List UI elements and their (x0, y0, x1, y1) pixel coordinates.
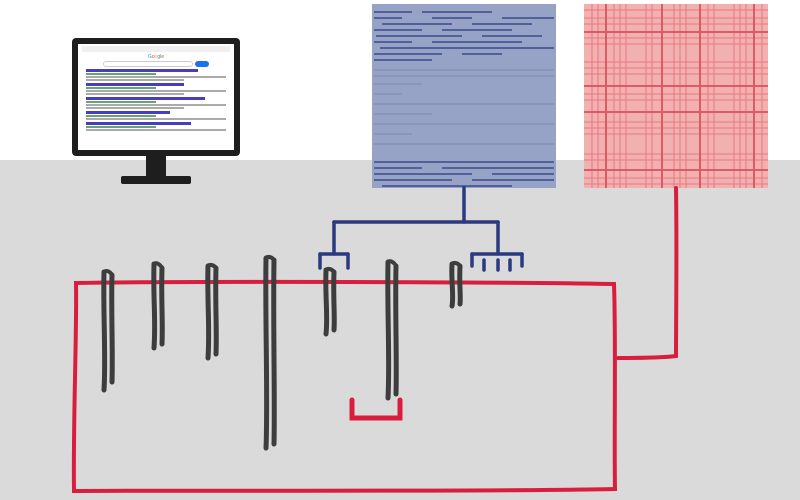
monitor: Google (72, 38, 240, 198)
search-logo: Google (82, 54, 230, 60)
background-panel (0, 160, 800, 500)
monitor-stand-base (121, 176, 191, 184)
sparse-matrix-tile (584, 4, 768, 188)
monitor-bezel: Google (72, 38, 240, 156)
monitor-screen: Google (78, 44, 234, 150)
dense-matrix-tile (372, 4, 556, 188)
monitor-stand-neck (146, 156, 166, 176)
